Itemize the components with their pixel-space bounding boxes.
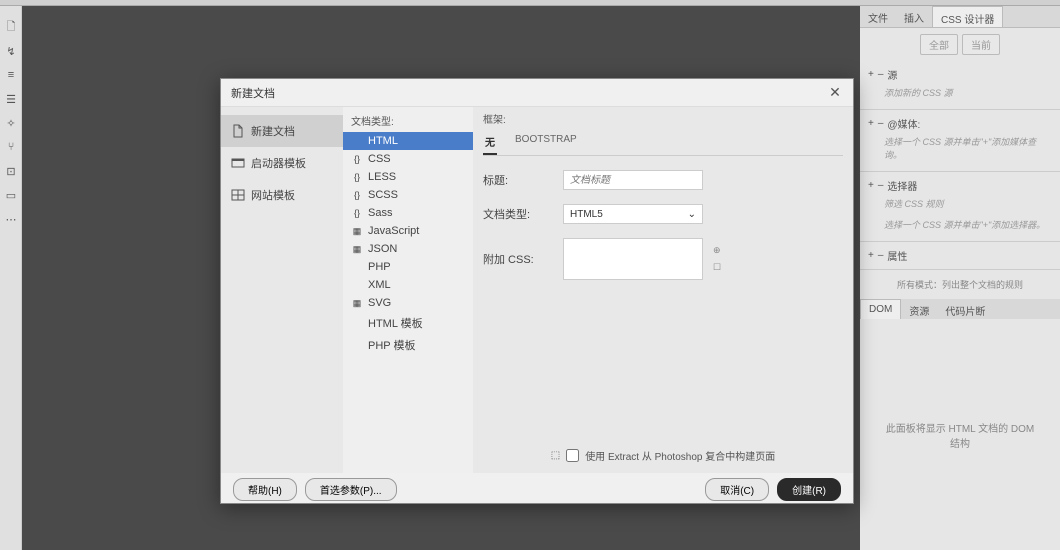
filetype-html[interactable]: HTML xyxy=(343,132,473,150)
extract-checkbox[interactable] xyxy=(566,449,579,462)
filetype-css[interactable]: {}CSS xyxy=(343,150,473,168)
code-icon: {} xyxy=(351,189,363,201)
frame-header: 框架: xyxy=(483,111,843,130)
chevron-down-icon: ⌄ xyxy=(688,209,696,220)
filetype-html-模板[interactable]: HTML 模板 xyxy=(343,312,473,334)
code-icon xyxy=(351,261,363,273)
filetype-javascript[interactable]: ▦JavaScript xyxy=(343,222,473,240)
filetype-sass[interactable]: {}Sass xyxy=(343,204,473,222)
modal-overlay: 新建文档 ✕ 新建文档 启动器模板 网站模板 文档类型: H xyxy=(0,0,1060,550)
code-icon xyxy=(351,135,363,147)
code-icon: ▦ xyxy=(351,297,363,309)
code-icon: ▦ xyxy=(351,225,363,237)
extract-label: 使用 Extract 从 Photoshop 复合中构建页面 xyxy=(585,448,775,463)
dialog-header: 新建文档 ✕ xyxy=(221,79,853,107)
category-starter-templates[interactable]: 启动器模板 xyxy=(221,147,343,179)
category-site-templates[interactable]: 网站模板 xyxy=(221,179,343,211)
help-button[interactable]: 帮助(H) xyxy=(233,478,297,501)
grid-icon xyxy=(231,188,245,202)
remove-css-icon[interactable]: ☐ xyxy=(713,262,721,273)
css-row: 附加 CSS: ⊕ ☐ xyxy=(483,238,843,280)
filetype-xml[interactable]: XML xyxy=(343,276,473,294)
dialog-footer: 帮助(H) 首选参数(P)... 取消(C) 创建(R) xyxy=(221,473,853,505)
filetype-svg[interactable]: ▦SVG xyxy=(343,294,473,312)
doctype-select[interactable]: HTML5 ⌄ xyxy=(563,204,703,224)
extract-row: ⬚ 使用 Extract 从 Photoshop 复合中构建页面 xyxy=(483,438,843,469)
filetype-list: 文档类型: HTML{}CSS{}LESS{}SCSS{}Sass▦JavaSc… xyxy=(343,107,473,473)
filetype-php-模板[interactable]: PHP 模板 xyxy=(343,334,473,356)
document-options: 框架: 无 BOOTSTRAP 标题: 文档类型: HTML5 ⌄ xyxy=(473,107,853,473)
css-label: 附加 CSS: xyxy=(483,251,553,267)
document-icon xyxy=(231,124,245,138)
category-new-document[interactable]: 新建文档 xyxy=(221,115,343,147)
filetype-scss[interactable]: {}SCSS xyxy=(343,186,473,204)
code-icon xyxy=(351,339,363,351)
extract-icon: ⬚ xyxy=(551,450,560,461)
filetype-header: 文档类型: xyxy=(343,111,473,132)
frame-tabs: 无 BOOTSTRAP xyxy=(483,130,843,156)
filetype-php[interactable]: PHP xyxy=(343,258,473,276)
filetype-less[interactable]: {}LESS xyxy=(343,168,473,186)
cancel-button[interactable]: 取消(C) xyxy=(705,478,769,501)
code-icon: {} xyxy=(351,171,363,183)
css-attach-list[interactable] xyxy=(563,238,703,280)
code-icon xyxy=(351,317,363,329)
frame-tab-none[interactable]: 无 xyxy=(483,130,497,155)
frame-tab-bootstrap[interactable]: BOOTSTRAP xyxy=(513,130,579,155)
prefs-button[interactable]: 首选参数(P)... xyxy=(305,478,397,501)
title-label: 标题: xyxy=(483,172,553,188)
create-button[interactable]: 创建(R) xyxy=(777,478,841,501)
template-icon xyxy=(231,156,245,170)
doctype-row: 文档类型: HTML5 ⌄ xyxy=(483,204,843,224)
dialog-body: 新建文档 启动器模板 网站模板 文档类型: HTML{}CSS{}LESS{}S… xyxy=(221,107,853,473)
dialog-title: 新建文档 xyxy=(231,85,275,101)
link-css-icon[interactable]: ⊕ xyxy=(713,245,721,256)
category-list: 新建文档 启动器模板 网站模板 xyxy=(221,107,343,473)
code-icon: {} xyxy=(351,207,363,219)
code-icon: {} xyxy=(351,153,363,165)
doctype-label: 文档类型: xyxy=(483,206,553,222)
title-row: 标题: xyxy=(483,170,843,190)
close-icon[interactable]: ✕ xyxy=(827,85,843,101)
code-icon: ▦ xyxy=(351,243,363,255)
code-icon xyxy=(351,279,363,291)
filetype-json[interactable]: ▦JSON xyxy=(343,240,473,258)
css-side-icons: ⊕ ☐ xyxy=(713,245,721,273)
title-input[interactable] xyxy=(563,170,703,190)
new-document-dialog: 新建文档 ✕ 新建文档 启动器模板 网站模板 文档类型: H xyxy=(220,78,854,504)
